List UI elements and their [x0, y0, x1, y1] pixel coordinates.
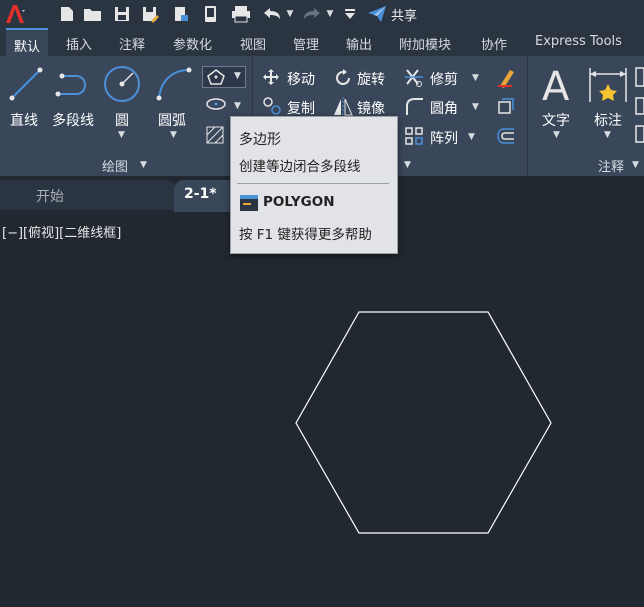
- tooltip-description: 创建等边闭合多段线: [239, 159, 361, 175]
- hexagon-shape[interactable]: [295, 311, 552, 534]
- drawing-svg: [295, 311, 552, 534]
- tooltip-help: 按 F1 键获得更多帮助: [239, 227, 372, 243]
- command-line-icon: [239, 194, 259, 216]
- tooltip-divider: [237, 183, 389, 184]
- tooltip-command: POLYGON: [263, 194, 335, 210]
- tooltip: 多边形 创建等边闭合多段线 POLYGON 按 F1 键获得更多帮助: [230, 116, 398, 254]
- tooltip-title: 多边形: [239, 132, 281, 148]
